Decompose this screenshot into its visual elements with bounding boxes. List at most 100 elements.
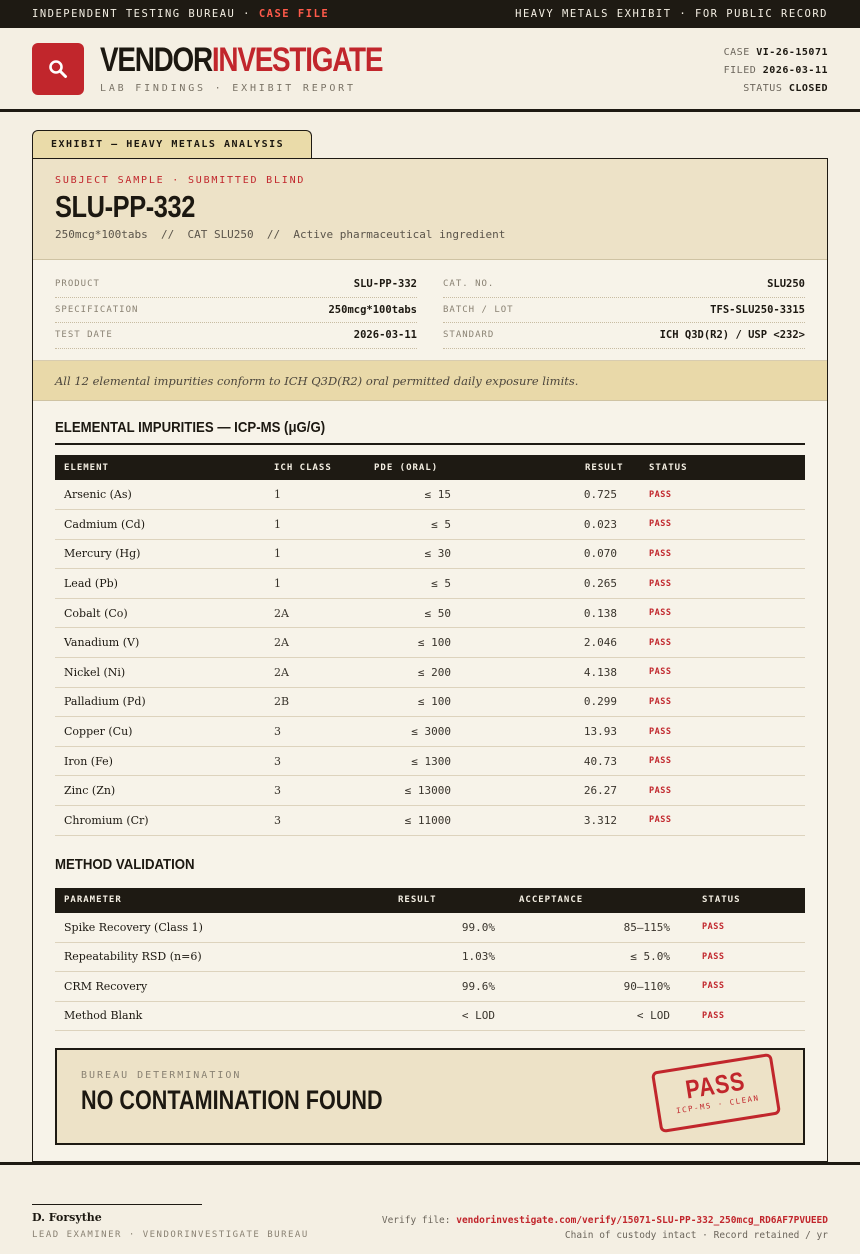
signer-role: LEAD EXAMINER · VENDORINVESTIGATE BUREAU <box>32 1230 309 1240</box>
subject-description: 250mcg*100tabs // CAT SLU250 // Active p… <box>55 228 506 241</box>
elemental-section: ELEMENTAL IMPURITIES — ICP-MS (μG/G) ELE… <box>33 401 827 836</box>
pde-limit: ≤ 1300 <box>365 746 465 777</box>
top-bar-left: INDEPENDENT TESTING BUREAU · CASE FILE <box>32 8 330 20</box>
result-value: 26.27 <box>465 775 631 807</box>
spec-column-right: CAT. NO. SLU250 BATCH / LOT TFS-SLU250-331… <box>443 272 805 350</box>
case-status: CLOSED <box>788 83 828 94</box>
result-value: 13.93 <box>465 716 631 747</box>
pde-limit: ≤ 15 <box>365 480 465 511</box>
ich-class: 3 <box>265 805 365 836</box>
verify-link[interactable]: vendorinvestigate.com/verify/15071-SLU-P… <box>456 1215 828 1226</box>
table-row: Arsenic (As) 1 ≤ 15 0.725 PASS <box>55 480 805 511</box>
determination-text: NO CONTAMINATION FOUND <box>81 1085 383 1115</box>
parameter-name: Method Blank <box>55 1001 389 1032</box>
ich-class: 2A <box>265 598 365 629</box>
spec-row: TEST DATE 2026-03-11 <box>55 323 417 349</box>
verify-block: Verify file: vendorinvestigate.com/verif… <box>381 1215 828 1241</box>
result-value: 40.73 <box>465 746 631 777</box>
pde-limit: ≤ 50 <box>365 598 465 629</box>
ich-class: 3 <box>265 716 365 747</box>
result-value: 2.046 <box>465 627 631 659</box>
ich-class: 1 <box>265 539 365 570</box>
result-value: 1.03% <box>389 942 509 973</box>
element-name: Zinc (Zn) <box>55 775 265 807</box>
spec-grid: PRODUCT SLU-PP-332 SPECIFICATION 250mcg*10… <box>33 260 827 361</box>
ich-class: 3 <box>265 746 365 777</box>
table-row: Cobalt (Co) 2A ≤ 50 0.138 PASS <box>55 598 805 629</box>
element-name: Arsenic (As) <box>55 480 265 511</box>
page-header: VENDORINVESTIGATE LAB FINDINGS · EXHIBIT… <box>0 28 860 112</box>
ich-class: 2B <box>265 687 365 718</box>
table-row: Vanadium (V) 2A ≤ 100 2.046 PASS <box>55 627 805 659</box>
status-badge: PASS <box>631 657 805 688</box>
acceptance-range: 85–115% <box>509 912 684 943</box>
table-row: Copper (Cu) 3 ≤ 3000 13.93 PASS <box>55 716 805 747</box>
spec-row: CAT. NO. SLU250 <box>443 272 805 298</box>
ich-class: 3 <box>265 775 365 807</box>
pde-limit: ≤ 11000 <box>365 805 465 836</box>
ich-class: 1 <box>265 568 365 599</box>
table-row: Iron (Fe) 3 ≤ 1300 40.73 PASS <box>55 746 805 777</box>
top-bar-right: HEAVY METALS EXHIBIT · FOR PUBLIC RECORD <box>515 8 828 20</box>
status-badge: PASS <box>631 746 805 777</box>
page-footer: D. Forsythe LEAD EXAMINER · VENDORINVEST… <box>0 1162 860 1254</box>
status-badge: PASS <box>631 775 805 807</box>
subject-label: SUBJECT SAMPLE · SUBMITTED BLIND <box>55 175 306 186</box>
filed-date: 2026-03-11 <box>762 65 828 76</box>
result-value: 0.299 <box>465 687 631 718</box>
result-value: 0.265 <box>465 568 631 599</box>
result-value: 0.023 <box>465 509 631 540</box>
exhibit-card: SUBJECT SAMPLE · SUBMITTED BLIND SLU-PP-… <box>32 158 828 1162</box>
status-badge: PASS <box>631 509 805 540</box>
pde-limit: ≤ 100 <box>365 627 465 659</box>
status-badge: PASS <box>631 627 805 659</box>
brand: VENDORINVESTIGATE LAB FINDINGS · EXHIBIT… <box>100 43 444 94</box>
spec-row: PRODUCT SLU-PP-332 <box>55 272 417 298</box>
pde-limit: ≤ 13000 <box>365 775 465 807</box>
parameter-name: Spike Recovery (Class 1) <box>55 912 389 943</box>
element-name: Mercury (Hg) <box>55 539 265 570</box>
signature-line <box>32 1204 202 1205</box>
signer-name: D. Forsythe <box>32 1211 102 1224</box>
summary-note: All 12 elemental impurities conform to I… <box>33 361 827 401</box>
element-name: Palladium (Pd) <box>55 687 265 718</box>
spec-row: SPECIFICATION 250mcg*100tabs <box>55 298 417 323</box>
pde-limit: ≤ 3000 <box>365 716 465 747</box>
custody-note: Chain of custody intact · Record retaine… <box>564 1230 828 1241</box>
table-row: CRM Recovery 99.6% 90–110% PASS <box>55 971 805 1002</box>
acceptance-range: ≤ 5.0% <box>509 942 684 973</box>
element-name: Chromium (Cr) <box>55 805 265 836</box>
result-value: 0.138 <box>465 598 631 629</box>
pass-stamp: PASS ICP-MS · CLEAN <box>650 1052 782 1134</box>
status-badge: PASS <box>684 912 805 943</box>
acceptance-range: 90–110% <box>509 971 684 1002</box>
ich-class: 2A <box>265 657 365 688</box>
status-badge: PASS <box>631 539 805 570</box>
table-row: Nickel (Ni) 2A ≤ 200 4.138 PASS <box>55 657 805 688</box>
spec-row: STANDARD ICH Q3D(R2) / USP <232> <box>443 323 805 349</box>
pde-limit: ≤ 5 <box>365 509 465 540</box>
result-value: 99.6% <box>389 971 509 1002</box>
result-value: 0.725 <box>465 480 631 511</box>
element-name: Vanadium (V) <box>55 627 265 659</box>
table-row: Spike Recovery (Class 1) 99.0% 85–115% PASS <box>55 912 805 943</box>
table-row: Cadmium (Cd) 1 ≤ 5 0.023 PASS <box>55 509 805 540</box>
top-bar: INDEPENDENT TESTING BUREAU · CASE FILE H… <box>0 0 860 28</box>
element-name: Nickel (Ni) <box>55 657 265 688</box>
bureau-determination: BUREAU DETERMINATION NO CONTAMINATION FO… <box>55 1048 805 1145</box>
parameter-name: Repeatability RSD (n=6) <box>55 942 389 973</box>
status-badge: PASS <box>684 971 805 1002</box>
spec-row: BATCH / LOT TFS-SLU250-3315 <box>443 298 805 323</box>
elemental-table: ELEMENT ICH CLASS PDE (ORAL) RESULT STAT… <box>55 455 805 836</box>
result-value: 0.070 <box>465 539 631 570</box>
element-name: Cobalt (Co) <box>55 598 265 629</box>
validation-table: PARAMETER RESULT ACCEPTANCE STATUS Spike… <box>55 887 805 1032</box>
brand-subtitle: LAB FINDINGS · EXHIBIT REPORT <box>100 83 356 94</box>
table-row: Zinc (Zn) 3 ≤ 13000 26.27 PASS <box>55 775 805 807</box>
spec-column-left: PRODUCT SLU-PP-332 SPECIFICATION 250mcg*10… <box>55 272 417 350</box>
table-row: Method Blank < LOD < LOD PASS <box>55 1001 805 1032</box>
table-header-row: ELEMENT ICH CLASS PDE (ORAL) RESULT STAT… <box>55 455 805 480</box>
result-value: 99.0% <box>389 912 509 943</box>
table-row: Chromium (Cr) 3 ≤ 11000 3.312 PASS <box>55 805 805 836</box>
ich-class: 1 <box>265 480 365 511</box>
